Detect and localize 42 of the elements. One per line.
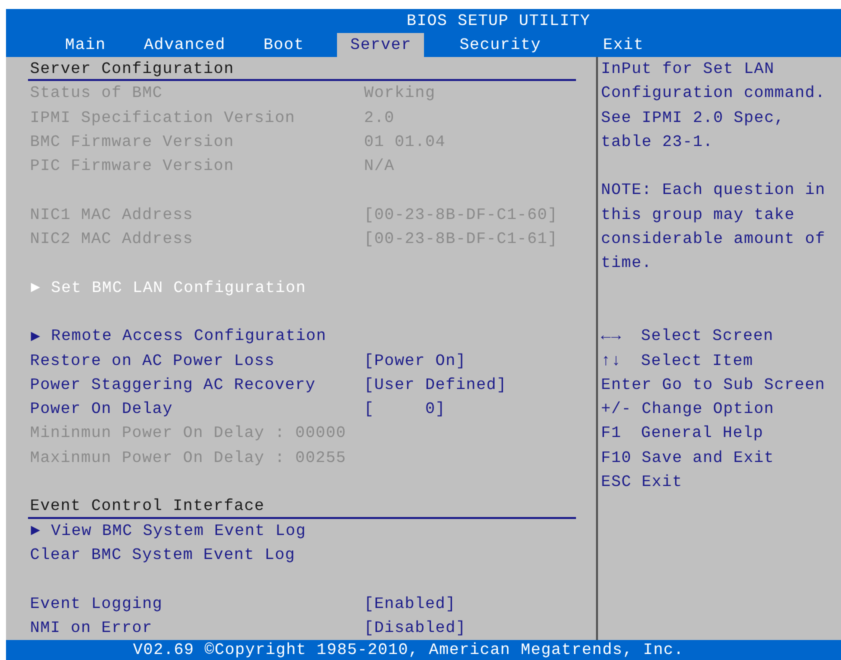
setting-label[interactable]: Restore on AC Power Loss: [28, 348, 364, 373]
tab[interactable]: Boot: [244, 33, 324, 57]
help-text: NOTE: Each question in this group may take considerable amount of time.: [601, 180, 826, 274]
menu-item[interactable]: Remote Access Configuration: [28, 324, 326, 349]
setting-value[interactable]: [ 0]: [364, 397, 446, 422]
key-action: Select Item: [641, 352, 754, 370]
key-action: Change Option: [642, 400, 774, 418]
triangle-icon: [30, 525, 41, 536]
setting-value[interactable]: [Power On]: [364, 348, 466, 373]
tab[interactable]: Security: [440, 33, 560, 57]
setting-label[interactable]: Power On Delay: [28, 397, 364, 422]
help-text: InPut for Set LAN Configuration command. See IPMI 2.0 Spec, table 23-1.: [601, 59, 826, 153]
window-title: BIOS SETUP UTILITY: [6, 9, 841, 33]
setting-label[interactable]: NMI on Error: [28, 616, 364, 640]
key-name: F10: [601, 448, 632, 469]
key-action: Go to Sub Screen: [662, 376, 826, 394]
section-heading: Event Control Interface: [28, 494, 576, 519]
key-name: +/-: [601, 399, 632, 420]
key-action: Select Screen: [641, 327, 774, 346]
key-action: Exit: [642, 473, 682, 492]
copyright-text: V02.69 ©Copyright 1985-2010, American Megatrends, Inc.: [6, 640, 841, 660]
tab[interactable]: Exit: [603, 33, 644, 57]
menu-item[interactable]: View BMC System Event Log: [28, 518, 306, 543]
tab[interactable]: Advanced: [124, 33, 244, 57]
menu-item[interactable]: Clear BMC System Event Log: [28, 542, 296, 568]
setting-label[interactable]: Event Logging: [28, 592, 364, 616]
key-action: General Help: [641, 424, 764, 442]
setting-value[interactable]: [Enabled]: [364, 592, 456, 616]
triangle-icon: [30, 282, 41, 294]
key-name: ↑↓: [601, 350, 622, 372]
tab[interactable]: Main: [46, 33, 125, 57]
tab[interactable]: Server: [337, 33, 424, 57]
key-name: ESC: [601, 472, 632, 494]
key-name: ←→: [601, 326, 622, 348]
setting-value[interactable]: [User Defined]: [364, 372, 507, 398]
setting-label[interactable]: Power Staggering AC Recovery: [28, 372, 364, 398]
section-heading: Server Configuration: [28, 57, 576, 82]
triangle-icon: [30, 330, 41, 342]
key-action: Save and Exit: [642, 448, 774, 467]
key-name: Enter: [601, 374, 652, 396]
setting-value[interactable]: [Disabled]: [364, 616, 466, 640]
key-name: F1: [601, 423, 622, 444]
